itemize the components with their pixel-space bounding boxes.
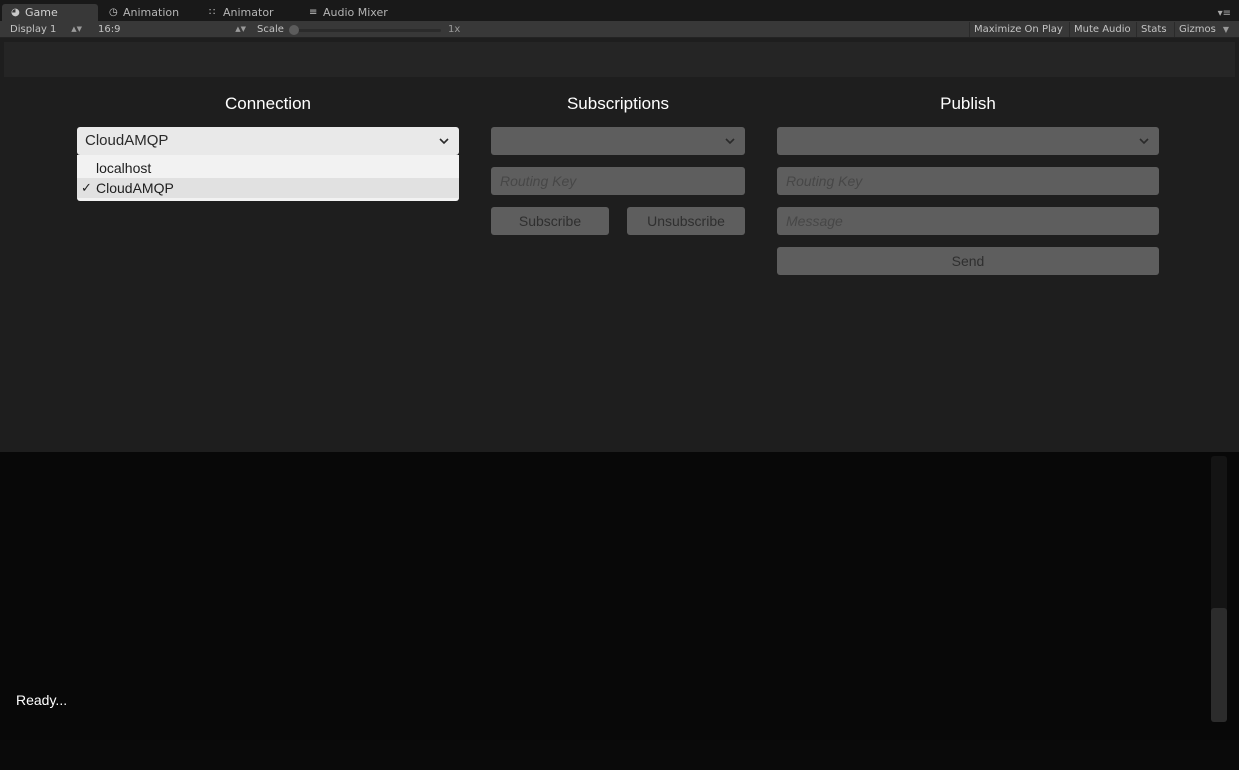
header-strip [4,42,1235,77]
option-label: CloudAMQP [96,180,174,196]
clock-icon: ◷ [109,7,118,18]
option-label: localhost [96,160,152,176]
publish-title: Publish [940,94,996,113]
connection-options-list: localhost ✓ CloudAMQP [77,155,459,201]
publish-routing-key-input[interactable]: Routing Key [777,167,1159,195]
mute-audio-button[interactable]: Mute Audio [1069,22,1135,37]
send-button[interactable]: Send [777,247,1159,275]
grid-icon: ∷ [209,7,216,18]
tab-animation[interactable]: ◷ Animation [100,4,198,21]
connection-title: Connection [224,94,311,113]
chevron-down-icon [725,138,735,145]
log-text: Ready... [16,692,68,708]
log-panel[interactable]: Ready... [0,452,1239,740]
display-popup-label: Display 1 [10,24,57,35]
editor-tab-bar: ◕ Game ◷ Animation ∷ Animator ≡ Audio Mi… [0,0,1239,21]
maximize-on-play-label: Maximize On Play [974,24,1063,35]
stats-label: Stats [1141,24,1167,35]
connection-option-cloudamqp[interactable]: ✓ CloudAMQP [77,178,459,198]
tab-audio-mixer[interactable]: ≡ Audio Mixer [300,4,404,21]
scale-value: 1x [448,24,461,35]
tab-animation-label: Animation [123,6,180,19]
routing-key-placeholder: Routing Key [500,173,577,189]
gizmos-button[interactable]: Gizmos ▼ [1174,22,1229,37]
scale-slider-thumb[interactable] [289,25,299,35]
bottom-strip [0,740,1239,770]
subscriptions-dropdown[interactable] [491,127,745,155]
unsubscribe-label: Unsubscribe [647,213,725,229]
mute-audio-label: Mute Audio [1074,24,1131,35]
stats-button[interactable]: Stats [1136,22,1171,37]
aspect-popup-label: 16:9 [98,24,121,35]
maximize-on-play-button[interactable]: Maximize On Play [969,22,1067,37]
chevron-down-icon [439,138,449,145]
display-popup[interactable]: Display 1 ▲▼ [0,22,88,37]
chevron-down-icon [1139,138,1149,145]
tab-game[interactable]: ◕ Game [2,4,98,21]
aspect-popup[interactable]: 16:9 ▲▼ [88,22,252,37]
subscribe-button[interactable]: Subscribe [491,207,609,235]
publish-dropdown[interactable] [777,127,1159,155]
publish-message-input[interactable]: Message [777,207,1159,235]
subscriptions-title: Subscriptions [566,94,670,113]
popup-arrows-icon: ▲▼ [235,25,246,33]
unsubscribe-button[interactable]: Unsubscribe [627,207,745,235]
log-scrollbar-thumb[interactable] [1211,608,1227,722]
popup-arrows-icon: ▲▼ [71,25,82,33]
gizmos-dropdown-icon[interactable]: ▼ [1223,22,1229,37]
connection-selected: CloudAMQP [85,132,169,149]
tab-animator[interactable]: ∷ Animator [200,4,298,21]
subscription-routing-key-input[interactable]: Routing Key [491,167,745,195]
sliders-icon: ≡ [309,7,318,18]
tab-game-label: Game [25,6,58,19]
tab-animator-label: Animator [223,6,274,19]
checkmark-icon: ✓ [81,180,92,195]
scale-slider-track[interactable] [293,29,441,32]
panel-menu-icon[interactable]: ▾≡ [1218,8,1231,19]
gizmos-label: Gizmos [1179,24,1216,35]
routing-key-placeholder: Routing Key [786,173,863,189]
subscribe-label: Subscribe [518,213,582,229]
pacman-icon: ◕ [11,7,20,18]
send-label: Send [951,253,985,269]
connection-option-localhost[interactable]: localhost [77,158,459,178]
tab-audio-mixer-label: Audio Mixer [323,6,388,19]
connection-dropdown[interactable]: CloudAMQP [77,127,459,155]
scale-label: Scale [257,24,284,35]
game-toolbar: Display 1 ▲▼ 16:9 ▲▼ Scale 1x Maximize O… [0,21,1239,38]
message-placeholder: Message [786,213,843,229]
